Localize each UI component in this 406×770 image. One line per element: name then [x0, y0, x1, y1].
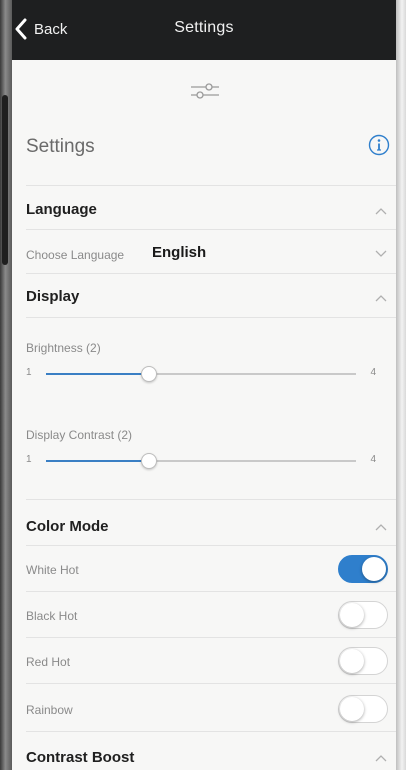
chevron-down-icon[interactable] — [374, 248, 388, 258]
sliders-icon — [191, 83, 219, 99]
color-mode-option-label: White Hot — [26, 563, 79, 577]
divider — [26, 499, 396, 500]
divider — [26, 545, 396, 546]
section-title-color-mode[interactable]: Color Mode — [26, 518, 109, 535]
contrast-fill — [46, 460, 150, 462]
divider — [26, 591, 396, 592]
display-contrast-label: Display Contrast (2) — [26, 428, 133, 442]
brightness-label: Brightness (2) — [26, 341, 101, 355]
red-hot-toggle[interactable] — [338, 647, 388, 675]
divider — [26, 683, 396, 684]
nav-bar: Back Settings — [12, 0, 396, 60]
page-title: Settings — [26, 136, 95, 157]
language-select[interactable]: English — [152, 244, 206, 261]
device-frame-right — [396, 0, 406, 770]
nav-title: Settings — [174, 19, 234, 36]
contrast-thumb[interactable] — [141, 453, 158, 469]
brightness-min-label: 1 — [26, 367, 32, 378]
toggle-knob — [340, 603, 364, 627]
divider — [26, 637, 396, 638]
toggle-knob — [362, 557, 386, 581]
device-frame-left — [0, 0, 12, 770]
white-hot-toggle[interactable] — [338, 555, 388, 583]
display-contrast-slider[interactable]: 1 4 — [26, 451, 376, 471]
divider — [26, 273, 396, 274]
divider — [26, 229, 396, 230]
brightness-track[interactable] — [46, 366, 356, 382]
color-mode-option-label: Rainbow — [26, 703, 73, 717]
section-title-language[interactable]: Language — [26, 201, 97, 218]
section-title-contrast-boost[interactable]: Contrast Boost — [26, 749, 134, 766]
brightness-max-label: 4 — [370, 367, 376, 378]
info-icon[interactable] — [368, 134, 390, 156]
color-mode-option-label: Black Hot — [26, 609, 78, 623]
choose-language-label: Choose Language — [26, 248, 125, 262]
toggle-knob — [340, 697, 364, 721]
contrast-max-label: 4 — [370, 454, 376, 465]
brightness-thumb[interactable] — [141, 366, 158, 382]
brightness-fill — [46, 373, 150, 375]
section-title-display[interactable]: Display — [26, 288, 79, 305]
chevron-up-icon[interactable] — [374, 206, 388, 216]
chevron-up-icon[interactable] — [374, 753, 388, 763]
device-side-button — [2, 95, 8, 265]
brightness-slider[interactable]: 1 4 — [26, 364, 376, 384]
contrast-min-label: 1 — [26, 454, 32, 465]
divider — [26, 731, 396, 732]
chevron-up-icon[interactable] — [374, 293, 388, 303]
black-hot-toggle[interactable] — [338, 601, 388, 629]
contrast-track[interactable] — [46, 453, 356, 469]
toggle-knob — [340, 649, 364, 673]
divider — [26, 185, 396, 186]
chevron-up-icon[interactable] — [374, 522, 388, 532]
rainbow-toggle[interactable] — [338, 695, 388, 723]
divider — [26, 317, 396, 318]
color-mode-option-label: Red Hot — [26, 655, 71, 669]
app-screen: Back Settings Settings Language Choose L… — [12, 0, 396, 770]
